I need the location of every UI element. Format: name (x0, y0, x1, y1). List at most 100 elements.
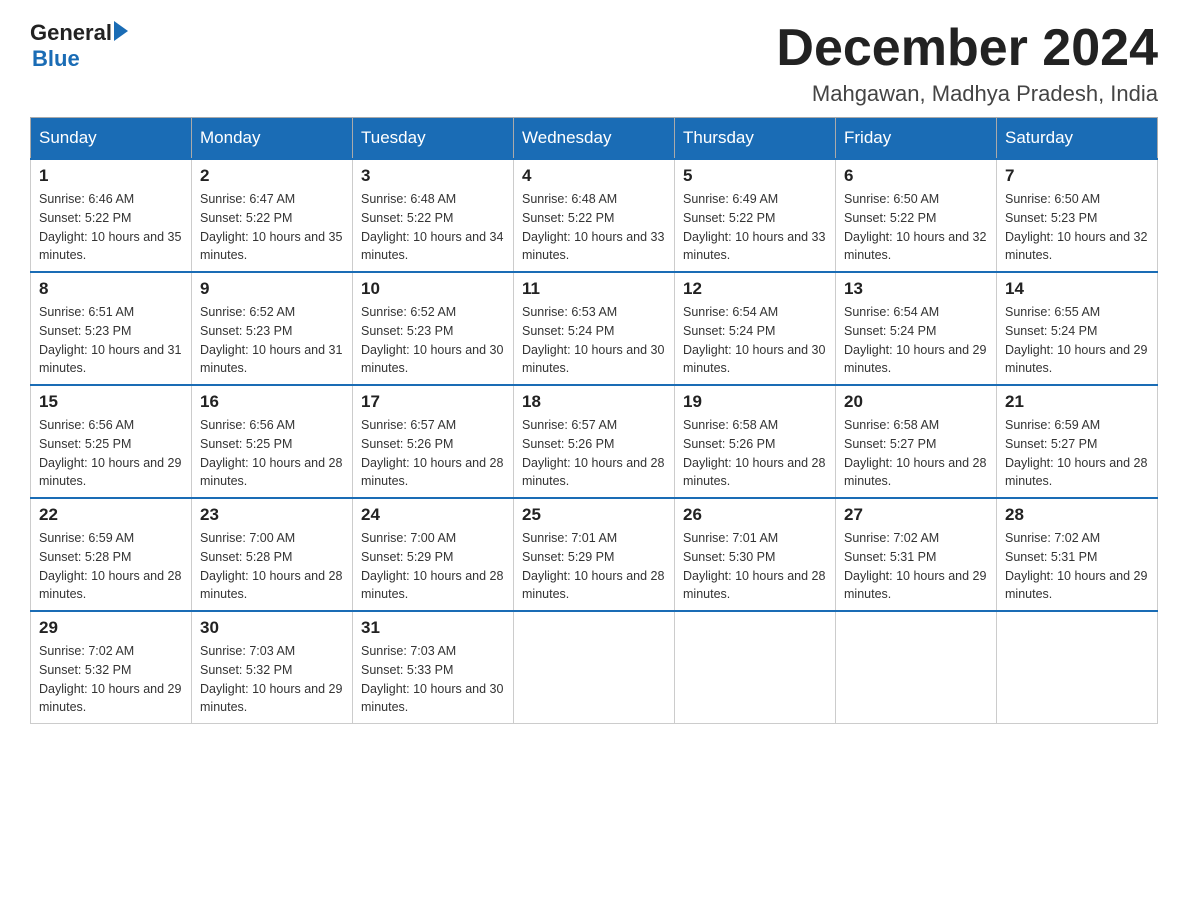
day-info: Sunrise: 7:03 AMSunset: 5:32 PMDaylight:… (200, 642, 344, 717)
week-row-5: 29 Sunrise: 7:02 AMSunset: 5:32 PMDayligh… (31, 611, 1158, 724)
page-header: General Blue December 2024 Mahgawan, Mad… (30, 20, 1158, 107)
day-info: Sunrise: 6:59 AMSunset: 5:28 PMDaylight:… (39, 529, 183, 604)
col-header-saturday: Saturday (997, 118, 1158, 160)
day-info: Sunrise: 6:54 AMSunset: 5:24 PMDaylight:… (844, 303, 988, 378)
day-info: Sunrise: 6:57 AMSunset: 5:26 PMDaylight:… (522, 416, 666, 491)
day-number: 28 (1005, 505, 1149, 525)
day-info: Sunrise: 6:51 AMSunset: 5:23 PMDaylight:… (39, 303, 183, 378)
day-cell: 22 Sunrise: 6:59 AMSunset: 5:28 PMDayligh… (31, 498, 192, 611)
day-cell: 25Sunrise: 7:01 AMSunset: 5:29 PMDayligh… (514, 498, 675, 611)
day-info: Sunrise: 7:01 AMSunset: 5:29 PMDaylight:… (522, 529, 666, 604)
logo-triangle-icon (114, 21, 128, 41)
day-cell: 1 Sunrise: 6:46 AMSunset: 5:22 PMDaylight… (31, 159, 192, 272)
day-info: Sunrise: 6:50 AMSunset: 5:22 PMDaylight:… (844, 190, 988, 265)
day-cell: 6 Sunrise: 6:50 AMSunset: 5:22 PMDaylight… (836, 159, 997, 272)
day-info: Sunrise: 6:56 AMSunset: 5:25 PMDaylight:… (39, 416, 183, 491)
week-row-2: 8Sunrise: 6:51 AMSunset: 5:23 PMDaylight… (31, 272, 1158, 385)
logo: General Blue (30, 20, 128, 72)
day-number: 2 (200, 166, 344, 186)
col-header-friday: Friday (836, 118, 997, 160)
day-number: 6 (844, 166, 988, 186)
day-number: 19 (683, 392, 827, 412)
day-cell (836, 611, 997, 724)
day-cell (675, 611, 836, 724)
col-header-monday: Monday (192, 118, 353, 160)
day-number: 10 (361, 279, 505, 299)
day-number: 27 (844, 505, 988, 525)
day-number: 18 (522, 392, 666, 412)
day-number: 14 (1005, 279, 1149, 299)
day-cell: 5Sunrise: 6:49 AMSunset: 5:22 PMDaylight… (675, 159, 836, 272)
day-cell: 28 Sunrise: 7:02 AMSunset: 5:31 PMDayligh… (997, 498, 1158, 611)
day-info: Sunrise: 6:47 AMSunset: 5:22 PMDaylight:… (200, 190, 344, 265)
day-number: 11 (522, 279, 666, 299)
day-cell: 17 Sunrise: 6:57 AMSunset: 5:26 PMDayligh… (353, 385, 514, 498)
calendar-subtitle: Mahgawan, Madhya Pradesh, India (776, 81, 1158, 107)
day-info: Sunrise: 6:58 AMSunset: 5:26 PMDaylight:… (683, 416, 827, 491)
day-cell: 9 Sunrise: 6:52 AMSunset: 5:23 PMDaylight… (192, 272, 353, 385)
day-info: Sunrise: 6:53 AMSunset: 5:24 PMDaylight:… (522, 303, 666, 378)
day-number: 13 (844, 279, 988, 299)
day-number: 9 (200, 279, 344, 299)
week-row-3: 15 Sunrise: 6:56 AMSunset: 5:25 PMDayligh… (31, 385, 1158, 498)
day-info: Sunrise: 7:00 AMSunset: 5:28 PMDaylight:… (200, 529, 344, 604)
day-info: Sunrise: 6:48 AMSunset: 5:22 PMDaylight:… (361, 190, 505, 265)
day-info: Sunrise: 6:52 AMSunset: 5:23 PMDaylight:… (361, 303, 505, 378)
day-cell: 8Sunrise: 6:51 AMSunset: 5:23 PMDaylight… (31, 272, 192, 385)
day-cell (514, 611, 675, 724)
day-info: Sunrise: 7:02 AMSunset: 5:32 PMDaylight:… (39, 642, 183, 717)
week-row-1: 1 Sunrise: 6:46 AMSunset: 5:22 PMDaylight… (31, 159, 1158, 272)
day-number: 15 (39, 392, 183, 412)
day-number: 1 (39, 166, 183, 186)
col-header-thursday: Thursday (675, 118, 836, 160)
day-number: 30 (200, 618, 344, 638)
day-cell: 3Sunrise: 6:48 AMSunset: 5:22 PMDaylight… (353, 159, 514, 272)
day-cell: 14Sunrise: 6:55 AMSunset: 5:24 PMDayligh… (997, 272, 1158, 385)
day-cell: 12 Sunrise: 6:54 AMSunset: 5:24 PMDayligh… (675, 272, 836, 385)
day-number: 7 (1005, 166, 1149, 186)
day-cell: 27 Sunrise: 7:02 AMSunset: 5:31 PMDayligh… (836, 498, 997, 611)
day-info: Sunrise: 6:57 AMSunset: 5:26 PMDaylight:… (361, 416, 505, 491)
day-number: 29 (39, 618, 183, 638)
calendar-title: December 2024 (776, 20, 1158, 77)
day-number: 17 (361, 392, 505, 412)
day-cell: 19 Sunrise: 6:58 AMSunset: 5:26 PMDayligh… (675, 385, 836, 498)
day-number: 22 (39, 505, 183, 525)
day-info: Sunrise: 6:52 AMSunset: 5:23 PMDaylight:… (200, 303, 344, 378)
day-info: Sunrise: 7:03 AMSunset: 5:33 PMDaylight:… (361, 642, 505, 717)
day-cell: 30 Sunrise: 7:03 AMSunset: 5:32 PMDayligh… (192, 611, 353, 724)
day-info: Sunrise: 6:54 AMSunset: 5:24 PMDaylight:… (683, 303, 827, 378)
col-header-tuesday: Tuesday (353, 118, 514, 160)
day-number: 4 (522, 166, 666, 186)
day-cell: 24Sunrise: 7:00 AMSunset: 5:29 PMDayligh… (353, 498, 514, 611)
day-info: Sunrise: 6:46 AMSunset: 5:22 PMDaylight:… (39, 190, 183, 265)
day-info: Sunrise: 7:01 AMSunset: 5:30 PMDaylight:… (683, 529, 827, 604)
day-number: 21 (1005, 392, 1149, 412)
day-cell: 21 Sunrise: 6:59 AMSunset: 5:27 PMDayligh… (997, 385, 1158, 498)
day-cell: 23 Sunrise: 7:00 AMSunset: 5:28 PMDayligh… (192, 498, 353, 611)
day-info: Sunrise: 7:02 AMSunset: 5:31 PMDaylight:… (844, 529, 988, 604)
day-info: Sunrise: 6:58 AMSunset: 5:27 PMDaylight:… (844, 416, 988, 491)
day-cell: 29 Sunrise: 7:02 AMSunset: 5:32 PMDayligh… (31, 611, 192, 724)
day-cell: 20 Sunrise: 6:58 AMSunset: 5:27 PMDayligh… (836, 385, 997, 498)
day-cell: 15 Sunrise: 6:56 AMSunset: 5:25 PMDayligh… (31, 385, 192, 498)
day-number: 31 (361, 618, 505, 638)
day-number: 24 (361, 505, 505, 525)
day-info: Sunrise: 7:02 AMSunset: 5:31 PMDaylight:… (1005, 529, 1149, 604)
logo-blue: Blue (32, 46, 80, 72)
day-cell: 2 Sunrise: 6:47 AMSunset: 5:22 PMDaylight… (192, 159, 353, 272)
day-number: 5 (683, 166, 827, 186)
day-number: 23 (200, 505, 344, 525)
col-header-sunday: Sunday (31, 118, 192, 160)
day-info: Sunrise: 6:59 AMSunset: 5:27 PMDaylight:… (1005, 416, 1149, 491)
day-cell: 16Sunrise: 6:56 AMSunset: 5:25 PMDayligh… (192, 385, 353, 498)
day-number: 12 (683, 279, 827, 299)
day-cell: 10 Sunrise: 6:52 AMSunset: 5:23 PMDayligh… (353, 272, 514, 385)
day-cell: 4Sunrise: 6:48 AMSunset: 5:22 PMDaylight… (514, 159, 675, 272)
day-cell: 26Sunrise: 7:01 AMSunset: 5:30 PMDayligh… (675, 498, 836, 611)
day-cell (997, 611, 1158, 724)
day-info: Sunrise: 6:56 AMSunset: 5:25 PMDaylight:… (200, 416, 344, 491)
day-number: 20 (844, 392, 988, 412)
day-cell: 18 Sunrise: 6:57 AMSunset: 5:26 PMDayligh… (514, 385, 675, 498)
week-row-4: 22 Sunrise: 6:59 AMSunset: 5:28 PMDayligh… (31, 498, 1158, 611)
